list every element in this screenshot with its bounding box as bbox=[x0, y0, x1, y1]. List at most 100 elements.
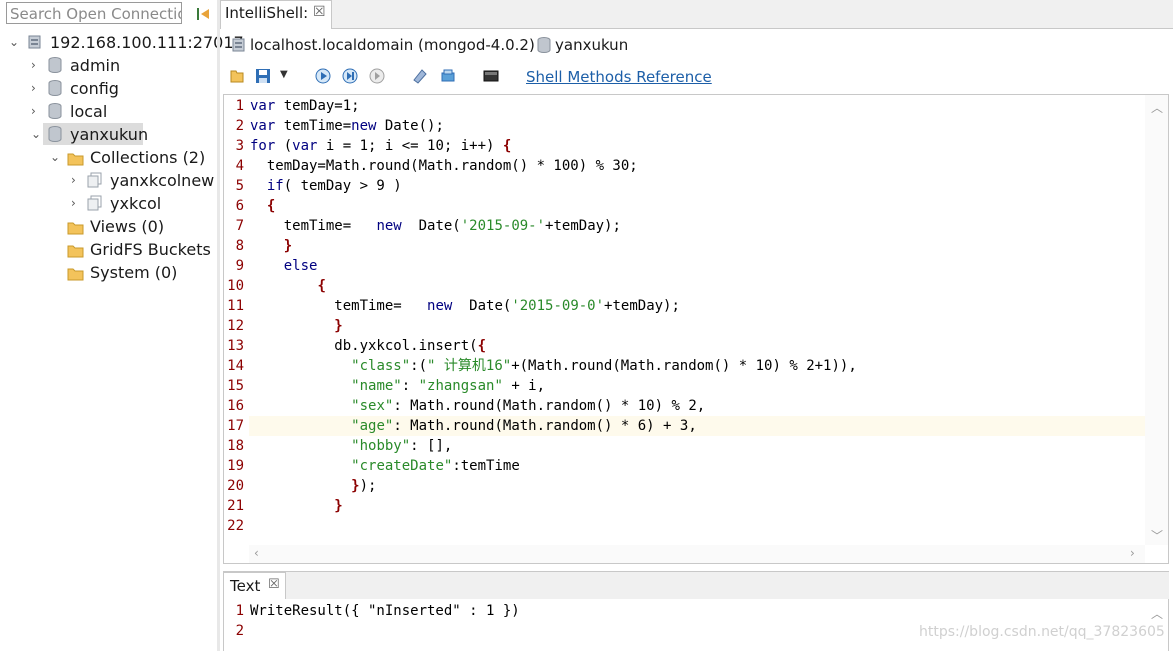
format-icon[interactable] bbox=[412, 68, 428, 84]
code-line: } bbox=[334, 498, 343, 514]
open-file-icon[interactable] bbox=[229, 68, 245, 84]
scroll-up-icon[interactable]: ︿ bbox=[1151, 605, 1163, 622]
server-icon bbox=[231, 37, 245, 53]
code-line: if( temDay > 9 ) bbox=[266, 178, 402, 194]
line-number: 13 bbox=[227, 338, 244, 354]
database-icon bbox=[537, 37, 551, 54]
chevron-down-icon[interactable]: ⌄ bbox=[9, 36, 19, 48]
code-line: "hobby": [], bbox=[351, 438, 453, 454]
database-icon bbox=[48, 80, 62, 97]
collapse-panel-icon[interactable] bbox=[195, 6, 211, 22]
collection-icon bbox=[87, 195, 103, 211]
scroll-left-icon[interactable]: ‹ bbox=[254, 546, 259, 560]
line-number: 1 bbox=[235, 98, 244, 114]
tree-collection-yxkcol[interactable]: yxkcol bbox=[110, 193, 161, 215]
line-number: 4 bbox=[235, 158, 244, 174]
close-tab-icon[interactable]: ☒ bbox=[313, 4, 326, 20]
code-line: } bbox=[283, 238, 293, 254]
chevron-down-icon[interactable]: ▼ bbox=[280, 69, 296, 85]
watermark: https://blog.csdn.net/qq_37823605 bbox=[919, 624, 1165, 640]
line-number: 15 bbox=[227, 378, 244, 394]
run-line-icon[interactable] bbox=[342, 68, 358, 84]
chevron-down-icon[interactable]: ⌄ bbox=[31, 128, 41, 140]
scroll-down-icon[interactable]: ﹀ bbox=[1151, 527, 1163, 544]
chevron-down-icon[interactable]: ⌄ bbox=[50, 151, 60, 163]
tree-system[interactable]: System (0) bbox=[90, 262, 177, 284]
result-line-number: 1 bbox=[235, 603, 244, 619]
code-line: { bbox=[317, 278, 326, 294]
chevron-right-icon[interactable]: › bbox=[31, 59, 41, 71]
code-line: }); bbox=[351, 478, 377, 494]
tree-connection[interactable]: 192.168.100.111:27017 bbox=[50, 32, 244, 54]
database-icon bbox=[48, 57, 62, 74]
line-number: 20 bbox=[227, 478, 244, 494]
code-line: var temTime=new Date(); bbox=[250, 118, 444, 134]
code-line: for (var i = 1; i <= 10; i++) { bbox=[250, 138, 512, 154]
save-icon[interactable] bbox=[255, 68, 271, 84]
line-number: 17 bbox=[227, 418, 244, 434]
line-number: 19 bbox=[227, 458, 244, 474]
tree-views[interactable]: Views (0) bbox=[90, 216, 164, 238]
code-line: { bbox=[266, 198, 276, 214]
line-number: 2 bbox=[235, 118, 244, 134]
console-icon[interactable] bbox=[483, 68, 499, 84]
scroll-up-icon[interactable]: ︿ bbox=[1151, 99, 1163, 116]
shell-methods-reference-link[interactable]: Shell Methods Reference bbox=[526, 68, 712, 86]
code-line: temTime= new Date('2015-09-'+temDay); bbox=[250, 218, 621, 234]
chevron-right-icon[interactable]: › bbox=[71, 174, 81, 186]
close-result-tab-icon[interactable]: ☒ bbox=[268, 577, 280, 592]
editor-tab-bar bbox=[220, 0, 1173, 29]
line-number: 9 bbox=[235, 258, 244, 274]
result-tab-bar bbox=[223, 571, 1169, 600]
tree-gridfs[interactable]: GridFS Buckets (0 bbox=[90, 239, 217, 261]
editor-horizontal-scrollbar[interactable] bbox=[249, 545, 1145, 563]
folder-icon bbox=[67, 243, 85, 258]
clear-icon[interactable] bbox=[440, 68, 456, 84]
line-number: 3 bbox=[235, 138, 244, 154]
tree-db-local[interactable]: local bbox=[70, 101, 107, 123]
chevron-right-icon[interactable]: › bbox=[31, 105, 41, 117]
line-number: 11 bbox=[227, 298, 244, 314]
code-line: temDay=Math.round(Math.random() * 100) %… bbox=[250, 158, 638, 174]
chevron-right-icon[interactable]: › bbox=[71, 197, 81, 209]
line-number: 12 bbox=[227, 318, 244, 334]
line-number: 8 bbox=[235, 238, 244, 254]
scroll-right-icon[interactable]: › bbox=[1130, 546, 1135, 560]
tab-title: IntelliShell: bbox=[225, 4, 309, 22]
panel-splitter[interactable] bbox=[217, 0, 220, 651]
database-icon bbox=[48, 103, 62, 120]
stop-icon[interactable] bbox=[369, 68, 385, 84]
search-connections-input[interactable]: Search Open Connectio bbox=[6, 2, 182, 24]
line-number: 10 bbox=[227, 278, 244, 294]
result-line-number: 2 bbox=[235, 623, 244, 639]
folder-open-icon bbox=[67, 151, 85, 166]
folder-icon bbox=[67, 220, 85, 235]
code-line: temTime= new Date('2015-09-0'+temDay); bbox=[250, 298, 680, 314]
chevron-right-icon[interactable]: › bbox=[31, 82, 41, 94]
code-line: "sex": Math.round(Math.random() * 10) % … bbox=[351, 398, 706, 414]
code-line: db.yxkcol.insert({ bbox=[250, 338, 487, 354]
tree-db-config[interactable]: config bbox=[70, 78, 119, 100]
code-line: "age": Math.round(Math.random() * 6) + 3… bbox=[351, 418, 697, 434]
tree-db-yanxukun[interactable]: yanxukun bbox=[70, 124, 148, 146]
code-line: else bbox=[283, 258, 318, 274]
line-number: 18 bbox=[227, 438, 244, 454]
editor-vertical-scrollbar[interactable] bbox=[1145, 95, 1168, 545]
result-line: WriteResult({ "nInserted" : 1 }) bbox=[250, 603, 520, 619]
code-line: "class":(" 计算机16"+(Math.round(Math.rando… bbox=[351, 358, 857, 374]
result-tab-label: Text bbox=[230, 577, 261, 595]
code-line: "name": "zhangsan" + i, bbox=[351, 378, 546, 394]
breadcrumb-host: localhost.localdomain (mongod-4.0.2) bbox=[250, 36, 535, 54]
code-line: "createDate":temTime bbox=[351, 458, 520, 474]
run-icon[interactable] bbox=[315, 68, 331, 84]
tree-db-admin[interactable]: admin bbox=[70, 55, 120, 77]
tree-collections[interactable]: Collections (2) bbox=[90, 147, 205, 169]
line-number: 21 bbox=[227, 498, 244, 514]
database-icon bbox=[48, 126, 62, 143]
line-number: 22 bbox=[227, 518, 244, 534]
folder-icon bbox=[67, 266, 85, 281]
line-number: 14 bbox=[227, 358, 244, 374]
line-number: 5 bbox=[235, 178, 244, 194]
tree-collection-yanxkcolnew[interactable]: yanxkcolnew bbox=[110, 170, 214, 192]
code-line: } bbox=[334, 318, 343, 334]
